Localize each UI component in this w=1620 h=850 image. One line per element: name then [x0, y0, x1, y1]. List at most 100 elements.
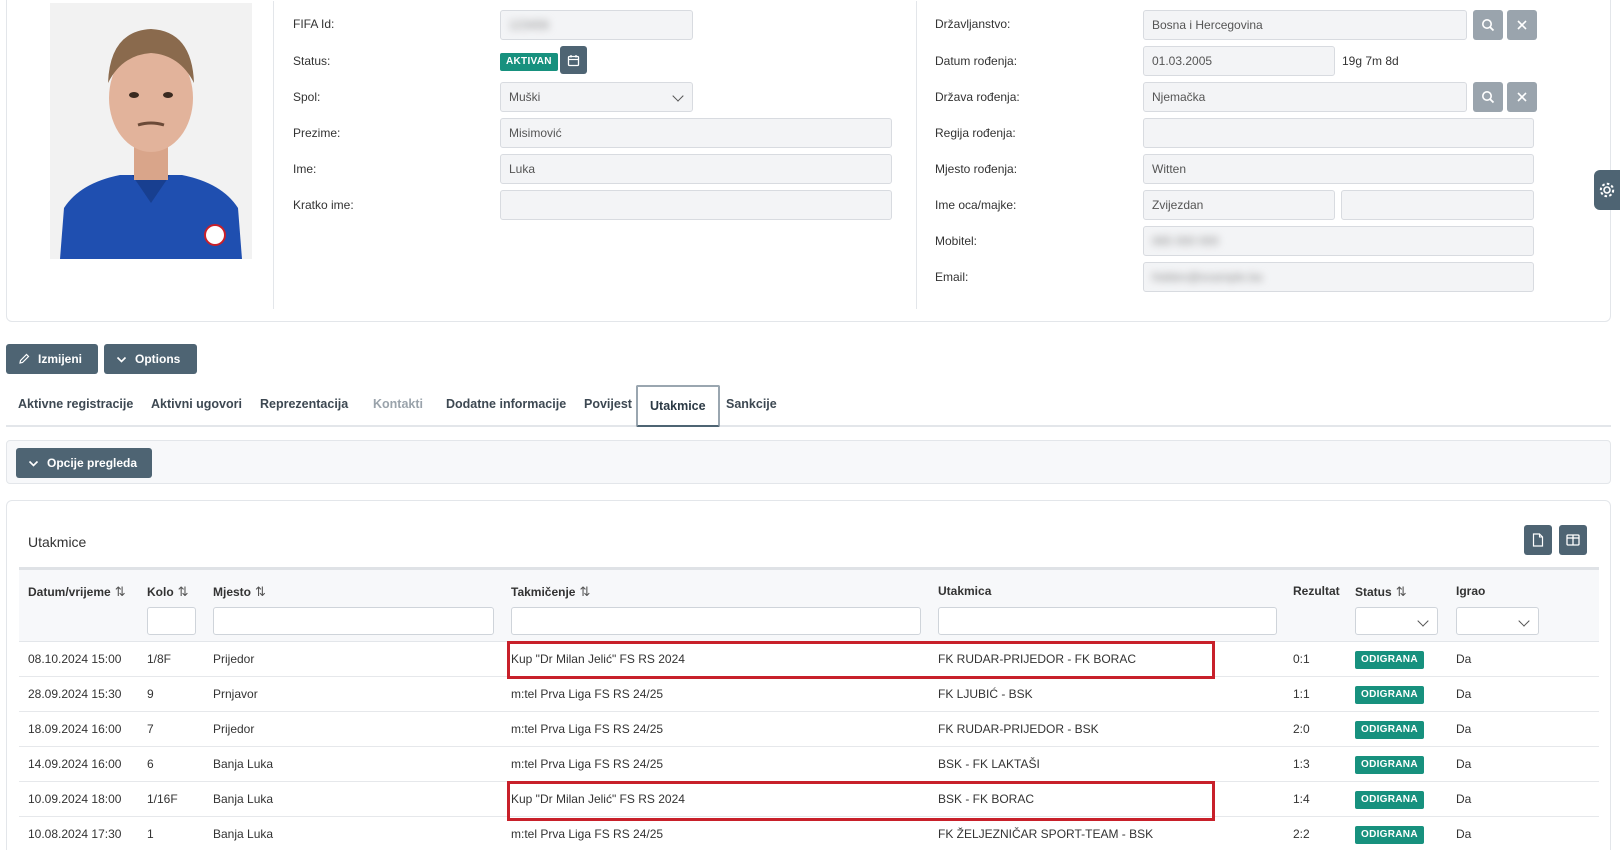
name-label: Ime: — [293, 162, 317, 176]
birth-country-label: Država rođenja: — [935, 90, 1020, 104]
edit-button[interactable]: Izmijeni — [6, 344, 98, 374]
status-history-button[interactable] — [560, 46, 587, 74]
col-header-competition[interactable]: Takmičenje ⇅ — [511, 584, 590, 600]
cell-played: Da — [1456, 687, 1472, 701]
dob-field[interactable]: 01.03.2005 — [1143, 46, 1335, 76]
gender-value: Muški — [509, 90, 541, 104]
col-header-status[interactable]: Status ⇅ — [1355, 584, 1407, 600]
played-filter-select[interactable] — [1456, 607, 1539, 635]
age-text: 19g 7m 8d — [1342, 54, 1399, 68]
tab-sanctions[interactable]: Sankcije — [714, 385, 789, 427]
status-badge: ODIGRANA — [1355, 790, 1424, 809]
round-filter-input[interactable] — [147, 607, 196, 635]
columns-icon — [1566, 534, 1580, 546]
citizenship-field[interactable]: Bosna i Hercegovina — [1143, 10, 1467, 40]
status-filter-select[interactable] — [1355, 607, 1438, 635]
tab-active-contracts[interactable]: Aktivni ugovori — [139, 385, 254, 427]
birth-country-search-button[interactable] — [1473, 82, 1503, 112]
match-filter-input[interactable] — [938, 607, 1277, 635]
surname-field[interactable]: Misimović — [500, 118, 892, 148]
mobile-field[interactable]: 065 000 000 — [1143, 226, 1534, 256]
tab-national-team[interactable]: Reprezentacija — [248, 385, 360, 427]
col-header-result: Rezultat — [1293, 584, 1340, 598]
settings-button[interactable] — [1594, 170, 1620, 210]
col-header-match: Utakmica — [938, 584, 992, 598]
birth-place-field[interactable]: Witten — [1143, 154, 1534, 184]
birth-region-field[interactable] — [1143, 118, 1534, 148]
email-field[interactable]: hidden@example.ba — [1143, 262, 1534, 292]
cell-result: 0:1 — [1293, 652, 1310, 666]
cell-round: 9 — [147, 687, 154, 701]
birth-place-value: Witten — [1152, 162, 1187, 176]
tab-additional-info[interactable]: Dodatne informacije — [434, 385, 578, 427]
cell-match: BSK - FK BORAC — [938, 792, 1035, 806]
fifa-id-value: 123456 — [509, 18, 550, 32]
mother-name-field[interactable] — [1341, 190, 1534, 220]
column-divider — [916, 1, 917, 309]
table-row[interactable]: 18.09.2024 16:00 7 Prijedor m:tel Prva L… — [19, 712, 1599, 747]
tab-bar: Aktivne registracije Aktivni ugovori Rep… — [6, 385, 1611, 427]
surname-label: Prezime: — [293, 126, 341, 140]
cell-datetime: 10.09.2024 18:00 — [28, 792, 122, 806]
citizenship-clear-button[interactable] — [1507, 10, 1537, 40]
table-row[interactable]: 14.09.2024 16:00 6 Banja Luka m:tel Prva… — [19, 747, 1599, 782]
cell-result: 1:4 — [1293, 792, 1310, 806]
short-name-field[interactable] — [500, 190, 892, 220]
view-options-bar: Opcije pregleda — [6, 440, 1611, 484]
cell-played: Da — [1456, 722, 1472, 736]
col-header-played: Igrao — [1456, 584, 1486, 598]
citizenship-search-button[interactable] — [1473, 10, 1503, 40]
status-badge: ODIGRANA — [1355, 650, 1424, 669]
cell-round: 6 — [147, 757, 154, 771]
options-button[interactable]: Options — [104, 344, 197, 374]
birth-country-clear-button[interactable] — [1507, 82, 1537, 112]
status-badge: ODIGRANA — [1355, 720, 1424, 739]
tab-history[interactable]: Povijest — [572, 385, 644, 427]
tab-active-registrations[interactable]: Aktivne registracije — [6, 385, 145, 427]
cell-result: 2:0 — [1293, 722, 1310, 736]
cell-competition: m:tel Prva Liga FS RS 24/25 — [511, 827, 664, 841]
tab-contacts[interactable]: Kontakti — [361, 385, 435, 427]
cell-datetime: 28.09.2024 15:30 — [28, 687, 122, 701]
cell-competition: m:tel Prva Liga FS RS 24/25 — [511, 687, 664, 701]
view-options-button[interactable]: Opcije pregleda — [16, 448, 152, 478]
cell-result: 1:3 — [1293, 757, 1310, 771]
cell-round: 1 — [147, 827, 154, 841]
cell-place: Prijedor — [213, 722, 255, 736]
table-row[interactable]: 28.09.2024 15:30 9 Prnjavor m:tel Prva L… — [19, 677, 1599, 712]
cell-competition: m:tel Prva Liga FS RS 24/25 — [511, 757, 664, 771]
status-badge: ODIGRANA — [1355, 685, 1424, 704]
cell-round: 1/8F — [147, 652, 172, 666]
tab-matches[interactable]: Utakmice — [636, 385, 720, 427]
matches-title: Utakmice — [28, 534, 87, 550]
name-field[interactable]: Luka — [500, 154, 892, 184]
table-row[interactable]: 08.10.2024 15:00 1/8F Prijedor Kup "Dr M… — [19, 642, 1599, 677]
cell-place: Prijedor — [213, 652, 255, 666]
columns-toggle-button[interactable] — [1559, 525, 1587, 555]
competition-filter-input[interactable] — [511, 607, 921, 635]
table-row[interactable]: 10.08.2024 17:30 1 Banja Luka m:tel Prva… — [19, 817, 1599, 850]
chevron-down-icon — [116, 356, 127, 363]
sort-icon: ⇅ — [1395, 584, 1407, 599]
col-header-status-label: Status — [1355, 585, 1392, 599]
table-row[interactable]: 10.09.2024 18:00 1/16F Banja Luka Kup "D… — [19, 782, 1599, 817]
edit-button-label: Izmijeni — [38, 352, 83, 366]
col-header-place[interactable]: Mjesto ⇅ — [213, 584, 266, 600]
cell-result: 1:1 — [1293, 687, 1310, 701]
options-button-label: Options — [135, 352, 181, 366]
chevron-down-icon — [28, 460, 39, 467]
cell-datetime: 18.09.2024 16:00 — [28, 722, 122, 736]
cell-round: 7 — [147, 722, 154, 736]
chevron-down-icon — [1417, 615, 1429, 627]
close-icon — [1517, 92, 1527, 102]
file-export-icon — [1532, 533, 1544, 547]
place-filter-input[interactable] — [213, 607, 494, 635]
export-pdf-button[interactable] — [1524, 525, 1552, 555]
cell-match: FK RUDAR-PRIJEDOR - BSK — [938, 722, 1099, 736]
col-header-datetime[interactable]: Datum/vrijeme ⇅ — [28, 584, 126, 600]
father-name-field[interactable]: Zvijezdan — [1143, 190, 1335, 220]
col-header-round[interactable]: Kolo ⇅ — [147, 584, 189, 600]
gender-select[interactable]: Muški — [500, 82, 693, 112]
fifa-id-field[interactable]: 123456 — [500, 10, 693, 40]
birth-country-field[interactable]: Njemačka — [1143, 82, 1467, 112]
